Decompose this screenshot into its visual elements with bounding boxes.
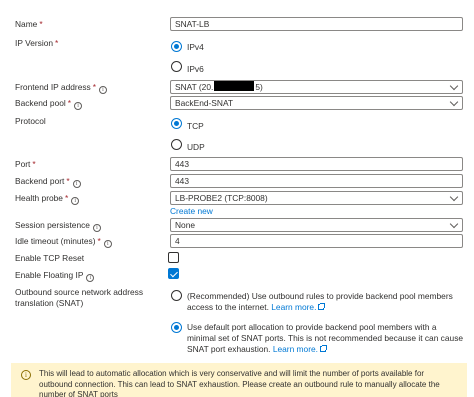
tcp-reset-label: Enable TCP Reset	[15, 253, 85, 263]
port-label: Port *	[15, 159, 36, 170]
backend-pool-label: Backend pool * i	[15, 98, 83, 110]
info-icon[interactable]: i	[71, 197, 80, 205]
backend-pool-label-text: Backend pool	[15, 98, 66, 108]
backend-port-input[interactable]: 443	[170, 174, 463, 188]
name-input[interactable]: SNAT-LB	[170, 17, 463, 31]
required-mark: *	[66, 176, 70, 186]
health-probe-value: LB-PROBE2 (TCP:8008)	[175, 193, 268, 203]
tcp-reset-checkbox[interactable]	[168, 252, 179, 263]
backend-pool-dropdown[interactable]: BackEnd-SNAT	[170, 96, 463, 110]
snat-label: Outbound source network address translat…	[15, 287, 144, 308]
frontend-ip-value-prefix: SNAT (20.	[175, 82, 214, 92]
warning-text: This will lead to automatic allocation w…	[39, 369, 440, 397]
ipv4-label: IPv4	[187, 42, 204, 52]
ip-version-label: IP Version *	[15, 38, 58, 49]
ip-version-label-text: IP Version	[15, 38, 54, 48]
info-icon[interactable]: i	[92, 224, 101, 232]
idle-timeout-input[interactable]: 4	[170, 234, 463, 248]
info-icon[interactable]: i	[103, 240, 112, 248]
required-mark: *	[92, 82, 96, 92]
idle-timeout-label-text: Idle timeout (minutes)	[15, 236, 96, 246]
info-icon[interactable]: i	[86, 274, 95, 282]
name-label-text: Name	[15, 19, 38, 29]
snat-option1-text: (Recommended) Use outbound rules to prov…	[187, 291, 467, 313]
health-probe-label: Health probe * i	[15, 193, 80, 205]
protocol-label: Protocol	[15, 116, 46, 126]
ipv6-radio[interactable]	[171, 61, 182, 72]
redaction-block	[214, 81, 255, 91]
session-persistence-value: None	[175, 220, 196, 230]
info-icon[interactable]: i	[74, 102, 83, 110]
required-mark: *	[64, 193, 69, 203]
tcp-radio[interactable]	[171, 118, 182, 129]
idle-timeout-label: Idle timeout (minutes) * i	[15, 236, 112, 248]
health-probe-label-text: Health probe	[15, 193, 63, 203]
external-link-icon	[319, 345, 327, 352]
tcp-label: TCP	[187, 121, 204, 131]
learn-more-link[interactable]: Learn more.	[273, 344, 318, 354]
warning-banner: i This will lead to automatic allocation…	[11, 363, 467, 397]
floating-ip-label-text: Enable Floating IP	[15, 270, 84, 280]
session-persistence-dropdown[interactable]: None	[170, 218, 463, 232]
required-mark: *	[67, 98, 72, 108]
backend-port-value: 443	[175, 176, 189, 186]
external-link-icon	[318, 303, 326, 310]
session-persistence-label-text: Session persistence	[15, 220, 90, 230]
chevron-down-icon	[449, 219, 459, 229]
backend-pool-value: BackEnd-SNAT	[175, 98, 234, 108]
snat-outbound-rules-radio[interactable]	[171, 290, 182, 301]
port-value: 443	[175, 159, 189, 169]
health-probe-dropdown[interactable]: LB-PROBE2 (TCP:8008)	[170, 191, 463, 205]
required-mark: *	[55, 38, 59, 48]
frontend-ip-label: Frontend IP address * i	[15, 82, 107, 94]
udp-label: UDP	[187, 142, 205, 152]
ipv6-label: IPv6	[187, 64, 204, 74]
required-mark: *	[32, 159, 36, 169]
session-persistence-label: Session persistence i	[15, 220, 101, 232]
info-icon[interactable]: i	[99, 86, 107, 94]
info-icon[interactable]: i	[72, 180, 81, 188]
snat-default-allocation-radio[interactable]	[171, 322, 182, 333]
backend-port-label: Backend port * i	[15, 176, 81, 188]
frontend-ip-value-suffix: 5)	[255, 82, 263, 92]
idle-timeout-value: 4	[175, 236, 180, 246]
chevron-down-icon	[449, 97, 459, 107]
udp-radio[interactable]	[171, 139, 182, 150]
name-value: SNAT-LB	[175, 19, 210, 29]
frontend-ip-label-text: Frontend IP address	[15, 82, 91, 92]
backend-port-label-text: Backend port	[15, 176, 65, 186]
floating-ip-checkbox[interactable]	[168, 268, 179, 279]
chevron-down-icon	[449, 192, 459, 202]
frontend-ip-dropdown[interactable]: SNAT (20. 5)	[170, 80, 463, 94]
name-label: Name *	[15, 19, 43, 30]
floating-ip-label: Enable Floating IP i	[15, 270, 95, 282]
required-mark: *	[97, 236, 101, 246]
learn-more-link[interactable]: Learn more.	[271, 302, 316, 312]
required-mark: *	[39, 19, 43, 29]
info-icon: i	[21, 370, 31, 380]
port-input[interactable]: 443	[170, 157, 463, 171]
snat-option2-text: Use default port allocation to provide b…	[187, 322, 467, 355]
port-label-text: Port	[15, 159, 31, 169]
create-new-link[interactable]: Create new	[170, 206, 213, 217]
chevron-down-icon	[449, 81, 459, 91]
ipv4-radio[interactable]	[171, 41, 182, 52]
